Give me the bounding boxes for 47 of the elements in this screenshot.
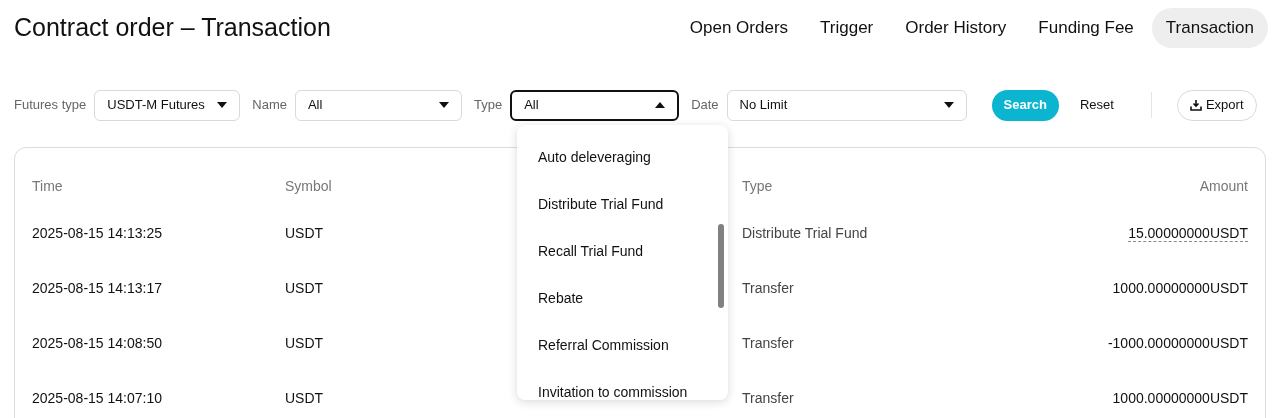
caret-down-icon xyxy=(217,102,228,108)
filter-label: Futures type xyxy=(14,96,87,115)
table-cell-text: 2025-08-15 14:13:25 xyxy=(32,224,162,243)
table-cell-text: Transfer xyxy=(742,279,794,298)
table-cell: 1000.00000000USDT xyxy=(1112,390,1248,406)
table-cell-text: Transfer xyxy=(742,334,794,353)
table-cell-text: USDT xyxy=(285,224,324,243)
caret-down-icon xyxy=(943,102,954,108)
filter-label: Name xyxy=(252,96,287,115)
column-header: Symbol xyxy=(285,176,333,196)
column-header: Amount xyxy=(1198,176,1248,196)
select-field[interactable]: USDT-M Futures xyxy=(94,89,241,121)
dropdown-option[interactable]: Auto deleveraging xyxy=(517,134,728,181)
table-cell: 15.00000000USDT xyxy=(1128,225,1248,242)
table-cell: -1000.00000000USDT xyxy=(1107,335,1248,351)
reset-button[interactable]: Reset xyxy=(1069,89,1125,121)
dropdown-option[interactable]: Rebate xyxy=(517,275,728,322)
tab[interactable]: Open Orders xyxy=(675,7,803,48)
table-cell-text: 2025-08-15 14:08:50 xyxy=(32,334,162,353)
tab[interactable]: Transaction xyxy=(1151,7,1268,48)
filter-label: Type xyxy=(473,96,503,115)
caret-down-icon xyxy=(438,102,449,108)
table-cell-text: USDT xyxy=(285,389,324,408)
download-icon xyxy=(1189,99,1202,111)
page-title: Contract order – Transaction xyxy=(14,11,331,43)
scrollbar-thumb[interactable] xyxy=(718,224,724,308)
table-cell-text: Transfer xyxy=(742,389,794,408)
table-cell-text: Distribute Trial Fund xyxy=(742,224,868,243)
select-field[interactable]: All xyxy=(294,89,462,121)
dropdown-option[interactable]: Recall Trial Fund xyxy=(517,228,728,275)
table-cell-text: USDT xyxy=(285,279,324,298)
table-cell: 1000.00000000USDT xyxy=(1112,280,1248,296)
select-field[interactable]: All xyxy=(510,89,680,121)
tab[interactable]: Trigger xyxy=(806,7,888,48)
filter-label: Date xyxy=(691,96,719,115)
dropdown-option[interactable]: Referral Commission xyxy=(517,322,728,369)
table-cell-text: 2025-08-15 14:13:17 xyxy=(32,279,162,298)
caret-up-icon xyxy=(655,102,666,108)
column-header: Time xyxy=(32,176,64,196)
table-cell-text: USDT xyxy=(285,334,324,353)
select-field[interactable]: No Limit xyxy=(726,89,967,121)
dropdown-option[interactable]: Invitation to commission xyxy=(517,369,728,400)
tab[interactable]: Order History xyxy=(891,7,1021,48)
tab[interactable]: Funding Fee xyxy=(1024,7,1148,48)
dropdown-option[interactable]: Distribute Trial Fund xyxy=(517,181,728,228)
table-cell-text: 2025-08-15 14:07:10 xyxy=(32,389,162,408)
column-header: Type xyxy=(742,176,774,196)
